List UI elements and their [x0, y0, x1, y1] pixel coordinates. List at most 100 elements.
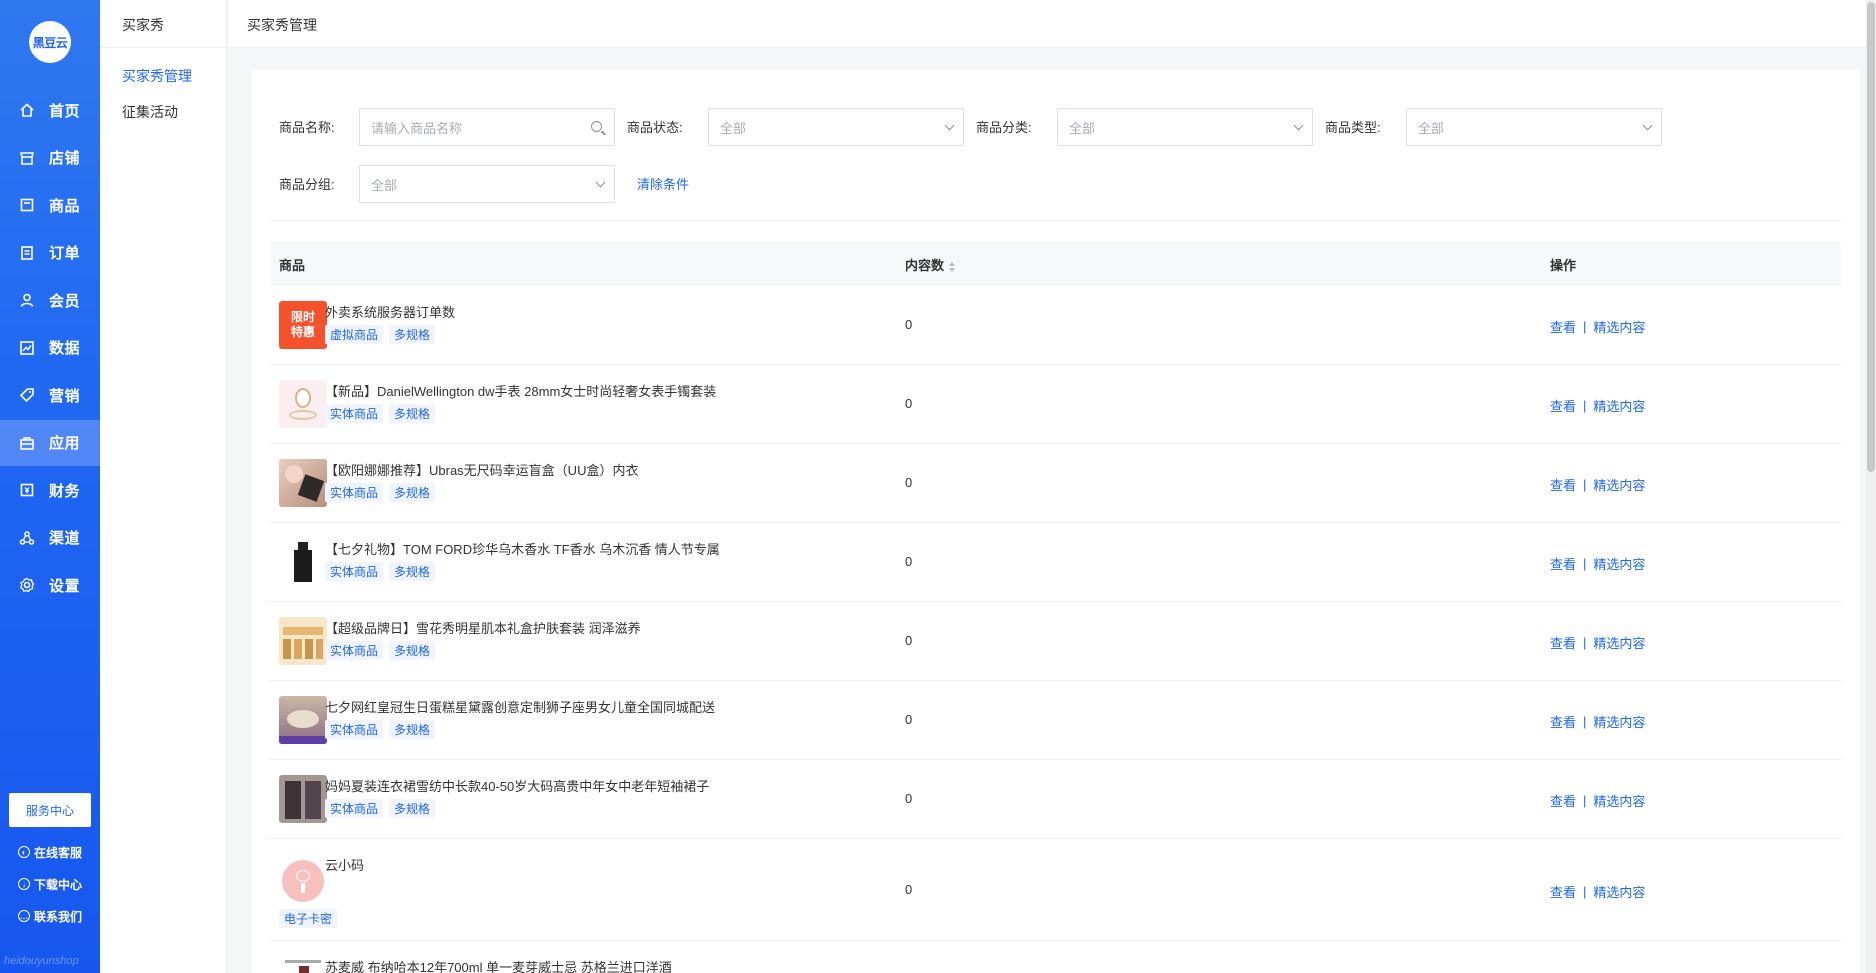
table-header: 商品 内容数 操作: [270, 241, 1841, 285]
service-center-button[interactable]: 服务中心: [9, 793, 91, 827]
product-name[interactable]: 七夕网红皇冠生日蛋糕星黛露创意定制狮子座男女儿童全国同城配送: [325, 697, 715, 716]
product-thumbnail[interactable]: [279, 696, 327, 744]
row-actions: 查看 | 精选内容: [1550, 633, 1645, 652]
sidebar-link-label: 下载中心: [34, 877, 83, 892]
contact-icon: …: [18, 910, 30, 922]
sidebar-link-label: 联系我们: [34, 909, 83, 924]
view-link[interactable]: 查看: [1550, 633, 1576, 652]
content-count: 0: [905, 317, 913, 332]
sidebar-item-7[interactable]: 应用: [0, 419, 100, 466]
product-thumbnail[interactable]: [279, 617, 327, 665]
sidebar-link-0[interactable]: ◐ 在线客服: [18, 843, 82, 861]
sidebar-item-2[interactable]: 商品: [0, 182, 100, 228]
product-thumbnail[interactable]: [279, 956, 327, 973]
product-name[interactable]: 【欧阳娜娜推荐】Ubras无尺码幸运盲盒（UU盒）内衣: [325, 460, 638, 479]
secondary-nav: 买家秀 买家秀管理 征集活动: [100, 0, 227, 973]
action-separator: |: [1583, 793, 1587, 808]
content-count: 0: [905, 396, 913, 411]
brand-logo[interactable]: 黑豆云: [29, 21, 71, 63]
action-separator: |: [1583, 556, 1587, 571]
filter-divider: [270, 220, 1841, 221]
view-link[interactable]: 查看: [1550, 712, 1576, 731]
sidebar-item-5[interactable]: 数据: [0, 325, 100, 371]
product-name[interactable]: 【超级品牌日】雪花秀明星肌本礼盒护肤套装 润泽滋养: [325, 618, 641, 637]
product-name[interactable]: 苏麦威 布纳哈本12年700ml 单一麦芽威士忌 苏格兰进口洋酒: [325, 957, 672, 973]
action-separator: |: [1583, 398, 1587, 413]
goods-category-select[interactable]: 全部: [1057, 108, 1313, 146]
action-separator: |: [1583, 884, 1587, 899]
sidebar-link-2[interactable]: … 联系我们: [18, 907, 82, 925]
goods-type-value: 全部: [1418, 120, 1445, 136]
subnav-item-buyer-show-manage[interactable]: 买家秀管理: [122, 66, 192, 86]
product-tags: 虚拟商品 多规格: [325, 325, 436, 344]
view-link[interactable]: 查看: [1550, 317, 1576, 336]
select-content-link[interactable]: 精选内容: [1593, 396, 1645, 415]
page-scrollbar[interactable]: [1866, 0, 1876, 973]
product-thumbnail[interactable]: [279, 538, 327, 586]
sidebar-item-3[interactable]: 订单: [0, 230, 100, 276]
product-tag: 实体商品: [325, 799, 384, 818]
product-thumbnail[interactable]: [279, 857, 327, 905]
product-tag: 电子卡密: [279, 909, 338, 928]
goods-status-select[interactable]: 全部: [708, 108, 964, 146]
select-content-link[interactable]: 精选内容: [1593, 475, 1645, 494]
sidebar-item-label: 会员: [49, 292, 81, 310]
select-content-link[interactable]: 精选内容: [1593, 633, 1645, 652]
member-icon: [18, 291, 36, 309]
goods-type-select[interactable]: 全部: [1406, 108, 1662, 146]
view-link[interactable]: 查看: [1550, 554, 1576, 573]
sidebar-item-6[interactable]: 营销: [0, 372, 100, 418]
row-actions: 查看 | 精选内容: [1550, 882, 1645, 901]
product-thumbnail[interactable]: 限时特惠: [279, 301, 327, 349]
product-name[interactable]: 【新品】DanielWellington dw手表 28mm女士时尚轻奢女表手镯…: [325, 381, 716, 400]
view-link[interactable]: 查看: [1550, 396, 1576, 415]
sidebar-link-1[interactable]: ↓ 下载中心: [18, 875, 82, 893]
goods-name-input[interactable]: 请输入商品名称: [359, 108, 615, 146]
search-icon[interactable]: [591, 121, 602, 132]
product-thumbnail[interactable]: [279, 380, 327, 428]
select-content-link[interactable]: 精选内容: [1593, 882, 1645, 901]
thumb-promo-text: 限时特惠: [290, 310, 315, 339]
goods-category-value: 全部: [1069, 120, 1096, 136]
product-thumbnail[interactable]: [279, 459, 327, 507]
sidebar-item-10[interactable]: 设置: [0, 562, 100, 608]
product-name[interactable]: 外卖系统服务器订单数: [325, 302, 455, 321]
sidebar-item-9[interactable]: 渠道: [0, 515, 100, 561]
filter-category-label: 商品分类:: [976, 120, 1032, 135]
select-content-link[interactable]: 精选内容: [1593, 712, 1645, 731]
row-actions: 查看 | 精选内容: [1550, 791, 1645, 810]
goods-group-value: 全部: [371, 177, 398, 193]
sidebar-item-4[interactable]: 会员: [0, 277, 100, 323]
product-tag: 多规格: [389, 404, 436, 423]
product-tag: 多规格: [389, 325, 436, 344]
sidebar-item-label: 首页: [49, 102, 81, 120]
subnav-item-collect-activity[interactable]: 征集活动: [122, 102, 178, 122]
chart-icon: [18, 339, 36, 357]
col-header-goods: 商品: [279, 258, 306, 273]
filter-status-label: 商品状态:: [627, 120, 683, 135]
product-name[interactable]: 【七夕礼物】TOM FORD珍华乌木香水 TF香水 乌木沉香 情人节专属: [325, 539, 720, 558]
col-header-count[interactable]: 内容数: [905, 255, 956, 274]
select-content-link[interactable]: 精选内容: [1593, 791, 1645, 810]
product-thumbnail[interactable]: [279, 775, 327, 823]
select-content-link[interactable]: 精选内容: [1593, 317, 1645, 336]
product-name[interactable]: 妈妈夏装连衣裙雪纺中长款40-50岁大码高贵中年女中老年短袖裙子: [325, 776, 709, 795]
product-tag: 多规格: [389, 799, 436, 818]
goods-group-select[interactable]: 全部: [359, 165, 615, 203]
view-link[interactable]: 查看: [1550, 882, 1576, 901]
view-link[interactable]: 查看: [1550, 791, 1576, 810]
view-link[interactable]: 查看: [1550, 475, 1576, 494]
sidebar-item-1[interactable]: 店铺: [0, 135, 100, 181]
table-row: 云小码 电子卡密 0 查看 | 精选内容: [270, 839, 1841, 941]
content-count: 0: [905, 712, 913, 727]
sort-icon[interactable]: [949, 261, 956, 272]
select-content-link[interactable]: 精选内容: [1593, 554, 1645, 573]
row-actions: 查看 | 精选内容: [1550, 554, 1645, 573]
sidebar-item-0[interactable]: 首页: [0, 87, 100, 133]
product-name[interactable]: 云小码: [325, 855, 364, 874]
product-tag: 实体商品: [325, 483, 384, 502]
clear-filters-link[interactable]: 清除条件: [637, 174, 689, 193]
scrollbar-thumb[interactable]: [1867, 2, 1875, 472]
sidebar-item-8[interactable]: 财务: [0, 467, 100, 513]
sidebar-item-label: 订单: [49, 245, 81, 262]
